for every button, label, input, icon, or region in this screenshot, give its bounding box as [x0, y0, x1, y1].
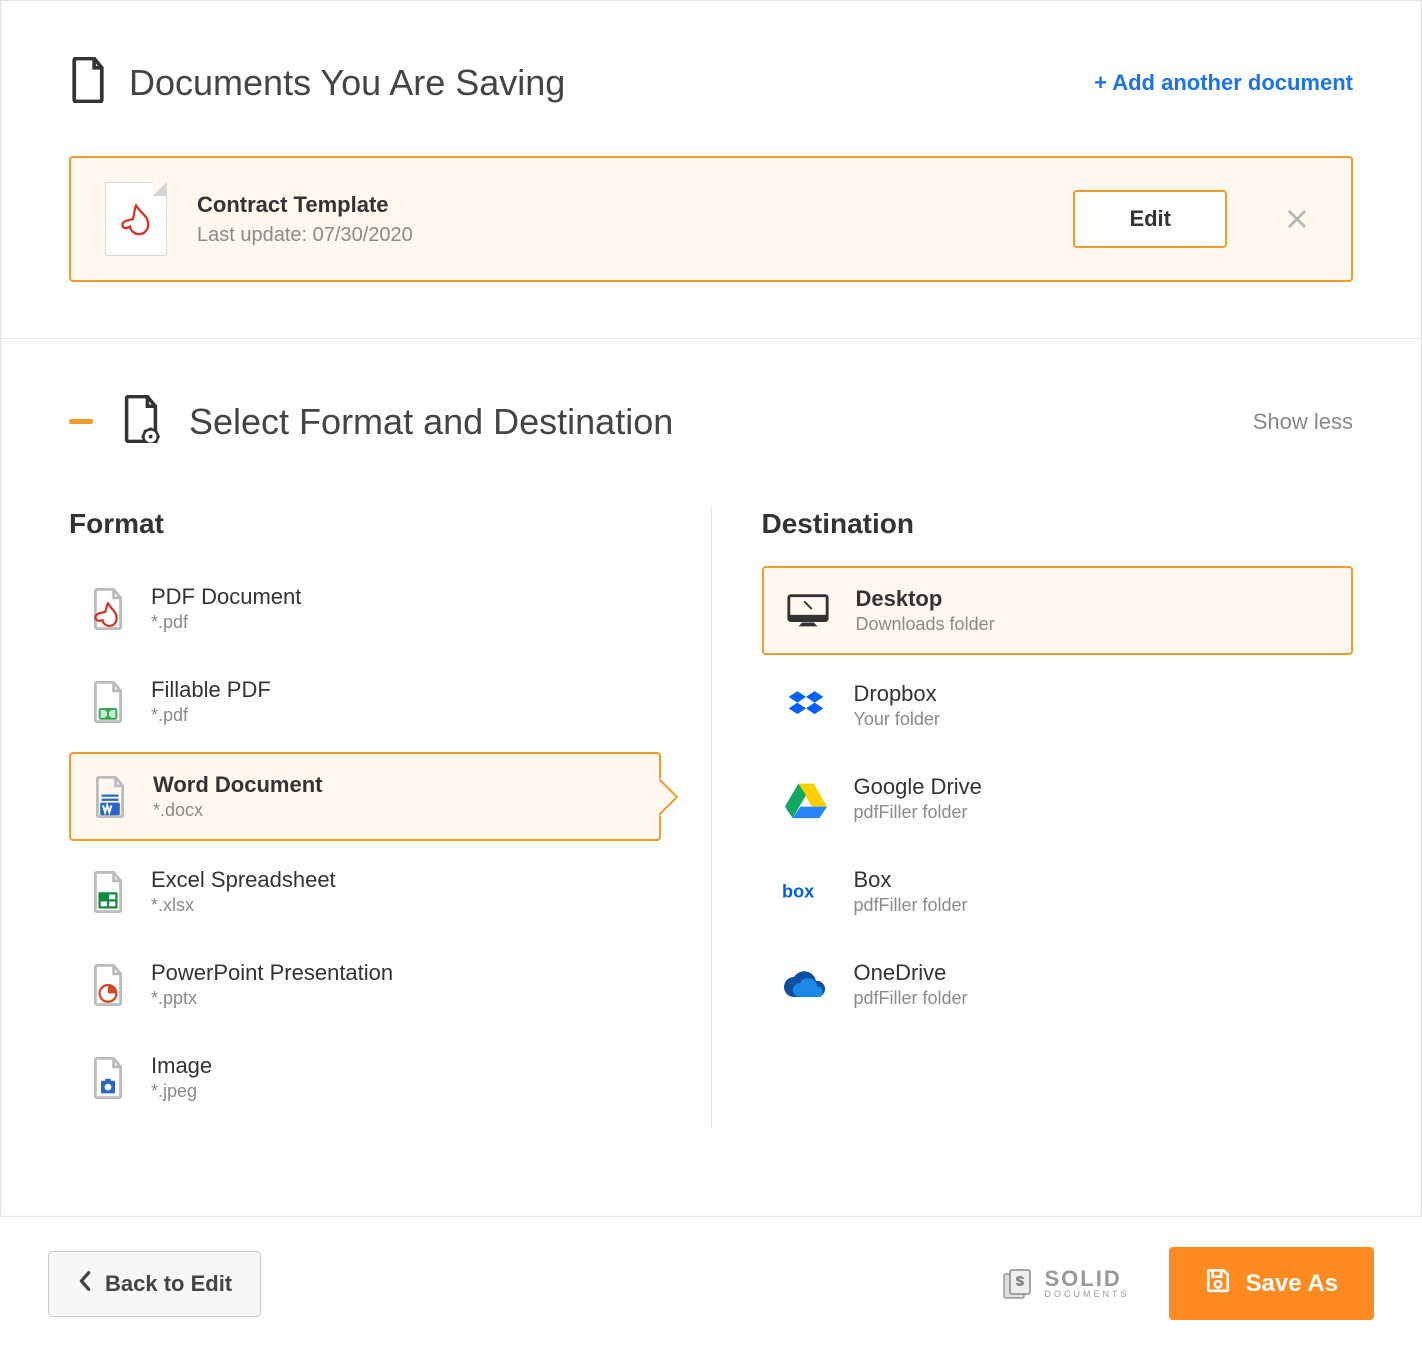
destination-column: Destination Desktop Downloads folder: [712, 508, 1354, 1128]
format-option-word[interactable]: Word Document *.docx: [69, 752, 661, 841]
pdf-icon: [89, 586, 127, 632]
destination-option-desktop[interactable]: Desktop Downloads folder: [762, 566, 1354, 655]
google-drive-icon: [782, 775, 830, 823]
destination-option-onedrive[interactable]: OneDrive pdfFiller folder: [762, 942, 1354, 1027]
format-option-image[interactable]: Image *.jpeg: [69, 1035, 661, 1120]
documents-section: Documents You Are Saving + Add another d…: [1, 1, 1421, 338]
add-another-document-link[interactable]: + Add another document: [1094, 70, 1353, 96]
pdf-file-icon: [105, 182, 167, 256]
collapse-toggle[interactable]: [69, 419, 93, 424]
save-icon: [1205, 1267, 1231, 1300]
box-icon: box: [782, 868, 830, 916]
document-card: Contract Template Last update: 07/30/202…: [69, 156, 1353, 282]
solid-documents-brand: SOLID DOCUMENTS: [1000, 1266, 1129, 1302]
destination-option-box[interactable]: box Box pdfFiller folder: [762, 849, 1354, 934]
destination-option-google-drive[interactable]: Google Drive pdfFiller folder: [762, 756, 1354, 841]
word-icon: [91, 774, 129, 820]
document-settings-icon: [121, 395, 161, 448]
onedrive-icon: [782, 961, 830, 1009]
section-title: Select Format and Destination: [189, 401, 673, 443]
remove-document-button[interactable]: [1277, 199, 1317, 239]
document-icon: [69, 57, 107, 108]
fillable-pdf-icon: [89, 679, 127, 725]
powerpoint-icon: [89, 962, 127, 1008]
save-as-button[interactable]: Save As: [1169, 1247, 1374, 1320]
main-scroll-area[interactable]: Documents You Are Saving + Add another d…: [0, 0, 1422, 1216]
excel-icon: [89, 869, 127, 915]
format-option-pdf[interactable]: PDF Document *.pdf: [69, 566, 661, 651]
destination-label: Destination: [762, 508, 1354, 540]
document-last-update: Last update: 07/30/2020: [197, 224, 1043, 247]
format-destination-section: Select Format and Destination Show less …: [1, 339, 1421, 1184]
format-option-fillable-pdf[interactable]: Fillable PDF *.pdf: [69, 659, 661, 744]
format-column: Format PDF Document *.pdf: [69, 508, 712, 1128]
svg-text:box: box: [782, 881, 814, 901]
footer-bar: Back to Edit SOLID DOCUMENTS Save As: [0, 1216, 1422, 1350]
edit-button[interactable]: Edit: [1073, 190, 1227, 248]
back-to-edit-button[interactable]: Back to Edit: [48, 1251, 261, 1317]
format-label: Format: [69, 508, 661, 540]
solid-documents-icon: [1000, 1266, 1036, 1302]
format-option-excel[interactable]: Excel Spreadsheet *.xlsx: [69, 849, 661, 934]
show-less-toggle[interactable]: Show less: [1253, 409, 1353, 435]
chevron-left-icon: [77, 1270, 93, 1298]
destination-option-dropbox[interactable]: Dropbox Your folder: [762, 663, 1354, 748]
page-title: Documents You Are Saving: [129, 62, 565, 104]
dropbox-icon: [782, 682, 830, 730]
image-icon: [89, 1055, 127, 1101]
document-name: Contract Template: [197, 192, 1043, 218]
desktop-icon: [784, 587, 832, 635]
format-option-powerpoint[interactable]: PowerPoint Presentation *.pptx: [69, 942, 661, 1027]
